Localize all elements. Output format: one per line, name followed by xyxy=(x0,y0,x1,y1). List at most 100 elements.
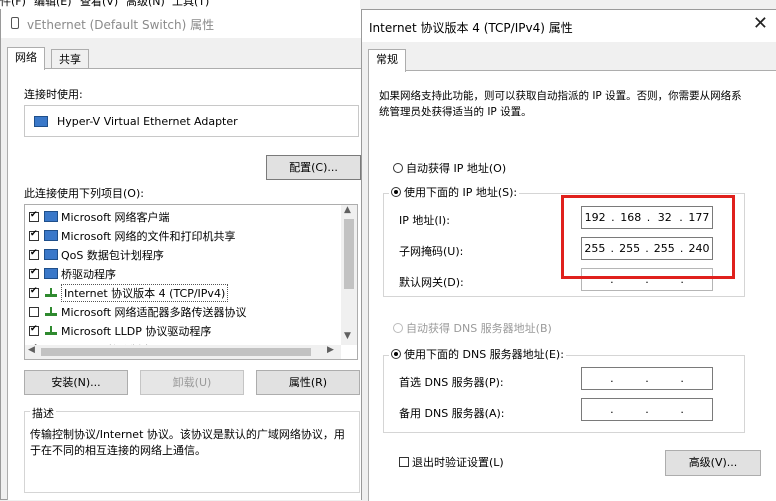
scroll-up-icon[interactable]: ▲ xyxy=(344,205,351,215)
validate-checkbox[interactable] xyxy=(399,457,409,467)
scroll-right-icon[interactable]: ▶ xyxy=(327,345,334,355)
adapter-window-icon xyxy=(11,17,19,29)
properties-button-label: 属性(R) xyxy=(288,376,328,389)
close-icon[interactable]: ✕ xyxy=(753,14,768,34)
item-checkbox[interactable] xyxy=(29,306,39,317)
background-menubar: 件(F) 编辑(E) 查看(V) 高级(N) 工具(T) xyxy=(0,0,360,9)
auto-ip-radio[interactable] xyxy=(393,163,403,173)
list-item-label: Microsoft 网络适配器多路传送器协议 xyxy=(61,305,247,319)
list-item-label: Microsoft 网络的文件和打印机共享 xyxy=(61,229,236,243)
horizontal-scrollbar-thumb[interactable] xyxy=(41,348,311,356)
tab-sharing-label: 共享 xyxy=(59,53,81,66)
intro-text: 如果网络支持此功能，则可以获取自动指派的 IP 设置。否则，你需要从网络系统管理… xyxy=(379,90,742,118)
auto-ip-label: 自动获得 IP 地址(O) xyxy=(406,162,507,175)
list-item-label: QoS 数据包计划程序 xyxy=(61,248,164,262)
scroll-left-icon[interactable]: ◀ xyxy=(28,345,35,355)
list-item[interactable]: QoS 数据包计划程序 xyxy=(25,245,164,264)
list-item-label: Internet 协议版本 4 (TCP/IPv4) xyxy=(61,283,229,302)
manual-dns-label: 使用下面的 DNS 服务器地址(E): xyxy=(404,348,564,361)
auto-dns-option[interactable]: 自动获得 DNS 服务器地址(B) xyxy=(393,320,552,336)
menu-edit[interactable]: 编辑(E) xyxy=(34,0,72,8)
tab-general[interactable]: 常规 xyxy=(368,49,406,72)
preferred-dns-label: 首选 DNS 服务器(P): xyxy=(399,376,504,389)
menu-view[interactable]: 查看(V) xyxy=(80,0,118,8)
protocol-icon xyxy=(44,287,58,298)
qos-icon xyxy=(44,249,58,260)
manual-dns-option[interactable]: 使用下面的 DNS 服务器地址(E): xyxy=(389,346,566,362)
install-button[interactable]: 安装(N)... xyxy=(24,370,128,395)
tab-network-label: 网络 xyxy=(15,51,37,64)
adapter-name: Hyper-V Virtual Ethernet Adapter xyxy=(57,115,238,128)
properties-button[interactable]: 属性(R) xyxy=(256,370,360,395)
list-item-label: Microsoft 网络客户端 xyxy=(61,210,170,224)
network-tab-panel: 连接时使用: Hyper-V Virtual Ethernet Adapter … xyxy=(7,68,361,500)
item-checkbox[interactable] xyxy=(29,324,39,336)
highlight-box xyxy=(561,195,735,279)
adapter-title-bar: vEthernet (Default Switch) 属性 xyxy=(1,9,361,38)
validate-label: 退出时验证设置(L) xyxy=(412,456,504,469)
configure-button[interactable]: 配置(C)... xyxy=(266,155,361,180)
protocol-icon xyxy=(44,325,58,336)
network-client-icon xyxy=(44,211,58,222)
general-tab-panel: 如果网络支持此功能，则可以获取自动指派的 IP 设置。否则，你需要从网络系统管理… xyxy=(368,70,776,501)
tab-general-label: 常规 xyxy=(376,53,398,66)
menu-advanced[interactable]: 高级(N) xyxy=(126,0,165,8)
horizontal-scrollbar[interactable]: ◀ ▶ xyxy=(25,345,341,359)
components-list: Microsoft 网络客户端 Microsoft 网络的文件和打印机共享 Qo… xyxy=(24,204,358,360)
description-label: 描述 xyxy=(30,405,56,421)
gateway-label: 默认网关(D): xyxy=(399,276,464,289)
protocol-icon xyxy=(44,306,58,317)
manual-ip-option[interactable]: 使用下面的 IP 地址(S): xyxy=(389,184,520,200)
configure-button-label: 配置(C)... xyxy=(289,161,338,174)
subnet-mask-label: 子网掩码(U): xyxy=(399,245,464,258)
menu-file[interactable]: 件(F) xyxy=(0,0,26,8)
scrollbar-thumb[interactable] xyxy=(344,219,354,289)
alternate-dns-input[interactable]: ... xyxy=(581,398,713,421)
items-label: 此连接使用下列项目(O): xyxy=(24,187,144,200)
item-checkbox[interactable] xyxy=(29,210,39,222)
tab-network[interactable]: 网络 xyxy=(7,47,45,70)
auto-dns-radio[interactable] xyxy=(393,323,403,333)
adapter-properties-window: vEthernet (Default Switch) 属性 网络 共享 连接时使… xyxy=(0,9,362,500)
item-checkbox[interactable] xyxy=(29,267,39,279)
adapter-icon xyxy=(34,116,48,127)
bridge-icon xyxy=(44,268,58,279)
adapter-window-title: vEthernet (Default Switch) 属性 xyxy=(27,18,215,32)
ipv4-properties-window: Internet 协议版本 4 (TCP/IPv4) 属性 ✕ 常规 如果网络支… xyxy=(361,9,776,501)
install-button-label: 安装(N)... xyxy=(51,376,101,389)
manual-dns-radio[interactable] xyxy=(391,349,401,359)
list-item-label: Microsoft LLDP 协议驱动程序 xyxy=(61,324,212,338)
list-item-selected[interactable]: Internet 协议版本 4 (TCP/IPv4) xyxy=(25,283,229,302)
menu-tools[interactable]: 工具(T) xyxy=(172,0,209,8)
list-item[interactable]: Microsoft LLDP 协议驱动程序 xyxy=(25,321,211,340)
item-checkbox[interactable] xyxy=(29,248,39,260)
list-item[interactable]: 桥驱动程序 xyxy=(25,264,116,283)
manual-ip-label: 使用下面的 IP 地址(S): xyxy=(404,186,518,199)
advanced-button[interactable]: 高级(V)... xyxy=(665,450,761,476)
list-item-label: 桥驱动程序 xyxy=(61,267,116,281)
item-checkbox[interactable] xyxy=(29,286,39,298)
auto-dns-label: 自动获得 DNS 服务器地址(B) xyxy=(406,322,552,335)
tab-sharing[interactable]: 共享 xyxy=(51,49,89,70)
vertical-scrollbar[interactable]: ▲ ▼ xyxy=(341,205,357,345)
connect-using-label: 连接时使用: xyxy=(24,88,83,101)
ipv4-window-title: Internet 协议版本 4 (TCP/IPv4) 属性 xyxy=(369,21,573,35)
scroll-down-icon[interactable]: ▼ xyxy=(344,331,351,341)
auto-ip-option[interactable]: 自动获得 IP 地址(O) xyxy=(393,160,506,176)
list-item[interactable]: Microsoft 网络客户端 xyxy=(25,207,170,226)
manual-ip-radio[interactable] xyxy=(391,187,401,197)
validate-option[interactable]: 退出时验证设置(L) xyxy=(399,454,504,470)
file-share-icon xyxy=(44,230,58,241)
preferred-dns-input[interactable]: ... xyxy=(581,367,713,390)
list-item[interactable]: Microsoft 网络适配器多路传送器协议 xyxy=(25,302,247,321)
uninstall-button-label: 卸载(U) xyxy=(172,376,212,389)
ipv4-title-bar: Internet 协议版本 4 (TCP/IPv4) 属性 ✕ xyxy=(362,10,776,42)
uninstall-button[interactable]: 卸载(U) xyxy=(140,370,244,395)
adapter-name-box: Hyper-V Virtual Ethernet Adapter xyxy=(24,105,359,137)
item-checkbox[interactable] xyxy=(29,229,39,241)
ip-address-label: IP 地址(I): xyxy=(399,214,450,227)
list-item[interactable]: Microsoft 网络的文件和打印机共享 xyxy=(25,226,236,245)
advanced-button-label: 高级(V)... xyxy=(688,456,738,469)
alternate-dns-label: 备用 DNS 服务器(A): xyxy=(399,407,505,420)
description-text: 传输控制协议/Internet 协议。该协议是默认的广域网络协议，用于在不同的相… xyxy=(30,428,345,457)
